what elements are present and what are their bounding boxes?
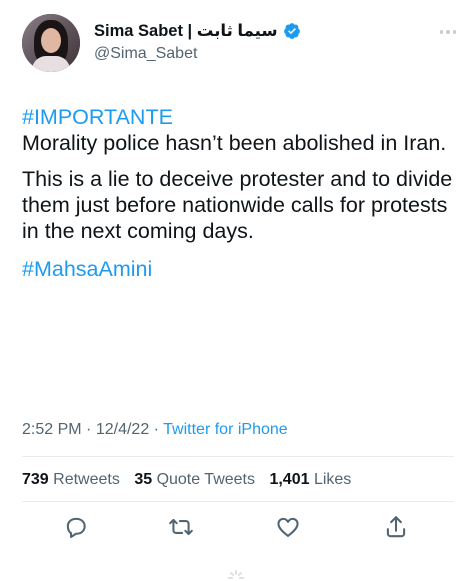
hashtag-mahsaamini[interactable]: #MahsaAmini [22,256,462,282]
tweet-date[interactable]: 12/4/22 [96,421,149,438]
verified-badge-icon [283,22,301,40]
avatar[interactable] [22,14,80,72]
quotes-label: Quote Tweets [156,471,255,488]
more-options-icon[interactable] [439,30,456,34]
tweet-text: #IMPORTANTE Morality police hasn’t been … [22,104,462,282]
author-handle[interactable]: @Sima_Sabet [94,45,301,63]
retweets-stat[interactable]: 739 Retweets [22,471,120,488]
retweet-icon[interactable] [168,514,194,540]
tweet-source[interactable]: Twitter for iPhone [163,421,288,438]
retweets-count: 739 [22,471,49,488]
reply-icon[interactable] [63,514,89,540]
tweet-header: Sima Sabet | سیما ثابت @Sima_Sabet [22,14,462,78]
hashtag-importante[interactable]: #IMPORTANTE [22,104,462,130]
tweet-paragraph-2: This is a lie to deceive protester and t… [22,167,453,243]
meta-separator: · [86,421,92,438]
loading-spinner-icon [228,570,244,581]
likes-label: Likes [313,471,352,488]
engagement-stats: 739 Retweets 35 Quote Tweets 1,401 Likes [22,471,361,489]
divider-bottom [22,501,454,502]
retweets-label: Retweets [53,471,120,488]
quotes-count: 35 [134,471,153,488]
action-bar [0,514,474,548]
likes-stat[interactable]: 1,401 Likes [269,471,351,488]
divider-top [22,456,454,457]
author-display-name[interactable]: Sima Sabet | سیما ثابت [94,21,278,41]
author-names: Sima Sabet | سیما ثابت @Sima_Sabet [94,20,301,63]
tweet-paragraph-1: Morality police hasn’t been abolished in… [22,131,447,155]
tweet-time[interactable]: 2:52 PM [22,421,82,438]
like-icon[interactable] [275,514,301,540]
tweet-meta: 2:52 PM · 12/4/22 · Twitter for iPhone [22,421,288,439]
meta-separator-2: · [153,421,159,438]
likes-count: 1,401 [269,471,310,488]
share-icon[interactable] [383,514,409,540]
quotes-stat[interactable]: 35 Quote Tweets [134,471,255,488]
